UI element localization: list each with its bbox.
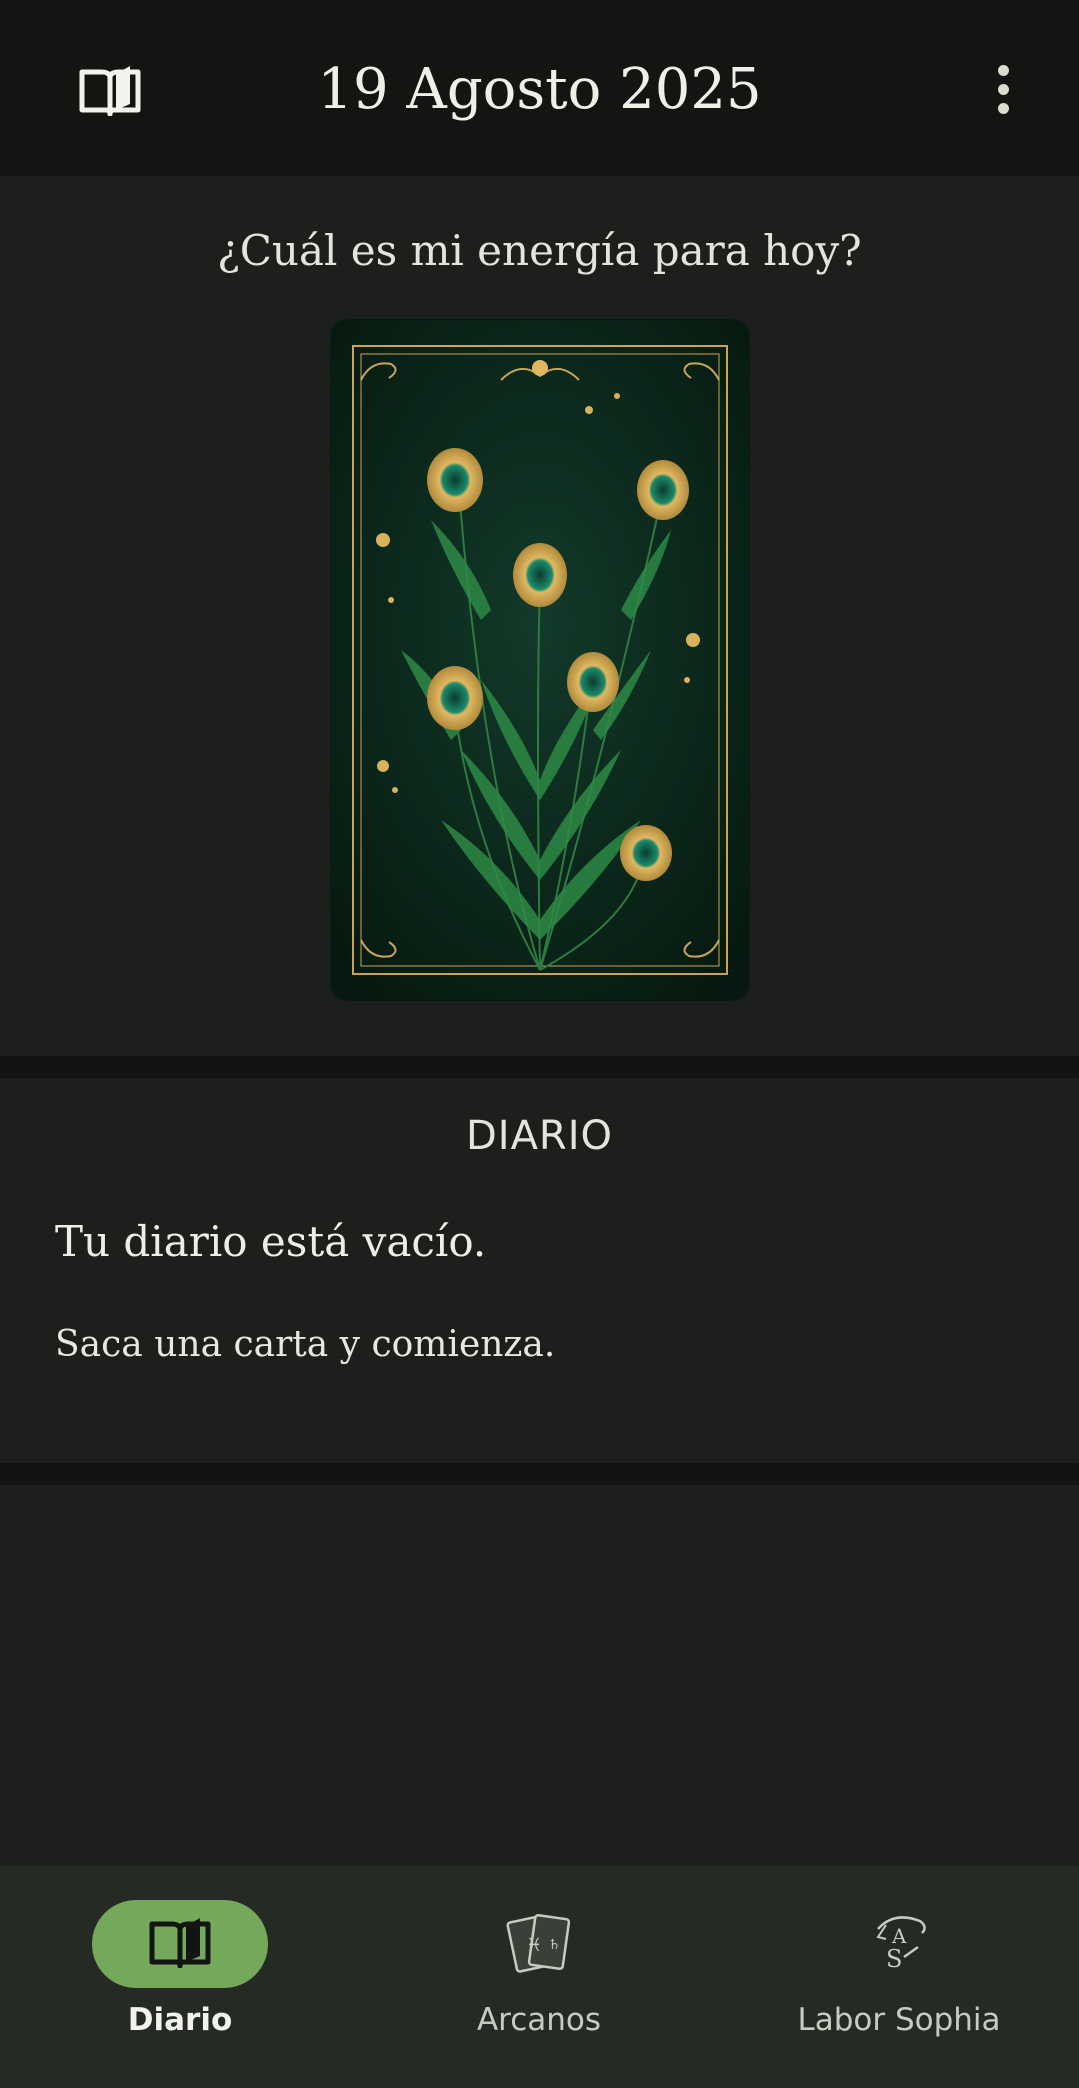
nav-item-arcanos[interactable]: ♓ ♄ Arcanos — [359, 1866, 719, 2088]
section-divider — [0, 1056, 1079, 1078]
nav-item-labor-sophia[interactable]: A S Labor Sophia — [719, 1866, 1079, 2088]
nav-icon-container: ♓ ♄ — [451, 1900, 627, 1988]
nav-item-diario[interactable]: Diario — [0, 1866, 360, 2088]
nav-label-arcanos: Arcanos — [476, 2002, 602, 2038]
svg-text:♄: ♄ — [548, 1937, 561, 1953]
tarot-cards-icon: ♓ ♄ — [504, 1909, 574, 1979]
nav-label-labor-sophia: Labor Sophia — [797, 2002, 1001, 2038]
tarot-card-image[interactable] — [331, 320, 749, 1000]
bottom-navigation: Diario ♓ ♄ Arcanos A S Labor Sophia — [0, 1866, 1079, 2088]
diary-empty-message: Tu diario está vacío. — [55, 1217, 487, 1266]
nav-label-diario: Diario — [127, 2002, 233, 2038]
top-app-bar: 19 Agosto 2025 — [0, 0, 1079, 176]
energy-question: ¿Cuál es mi energía para hoy? — [217, 226, 862, 275]
nav-indicator — [92, 1900, 268, 1988]
more-vertical-icon[interactable] — [974, 56, 1032, 122]
section-divider — [0, 1463, 1079, 1485]
diary-title: DIARIO — [465, 1113, 614, 1159]
svg-text:♓: ♓ — [526, 1935, 542, 1956]
svg-text:S: S — [886, 1945, 902, 1973]
diary-section: DIARIO Tu diario está vacío. Saca una ca… — [0, 1078, 1079, 1463]
page-title: 19 Agosto 2025 — [317, 57, 762, 122]
nav-icon-container: A S — [811, 1900, 987, 1988]
open-book-icon — [148, 1916, 212, 1972]
labor-sophia-logo-icon: A S — [864, 1907, 934, 1981]
diary-hint: Saca una carta y comienza. — [55, 1324, 556, 1365]
daily-energy-section: ¿Cuál es mi energía para hoy? — [0, 176, 1079, 1056]
